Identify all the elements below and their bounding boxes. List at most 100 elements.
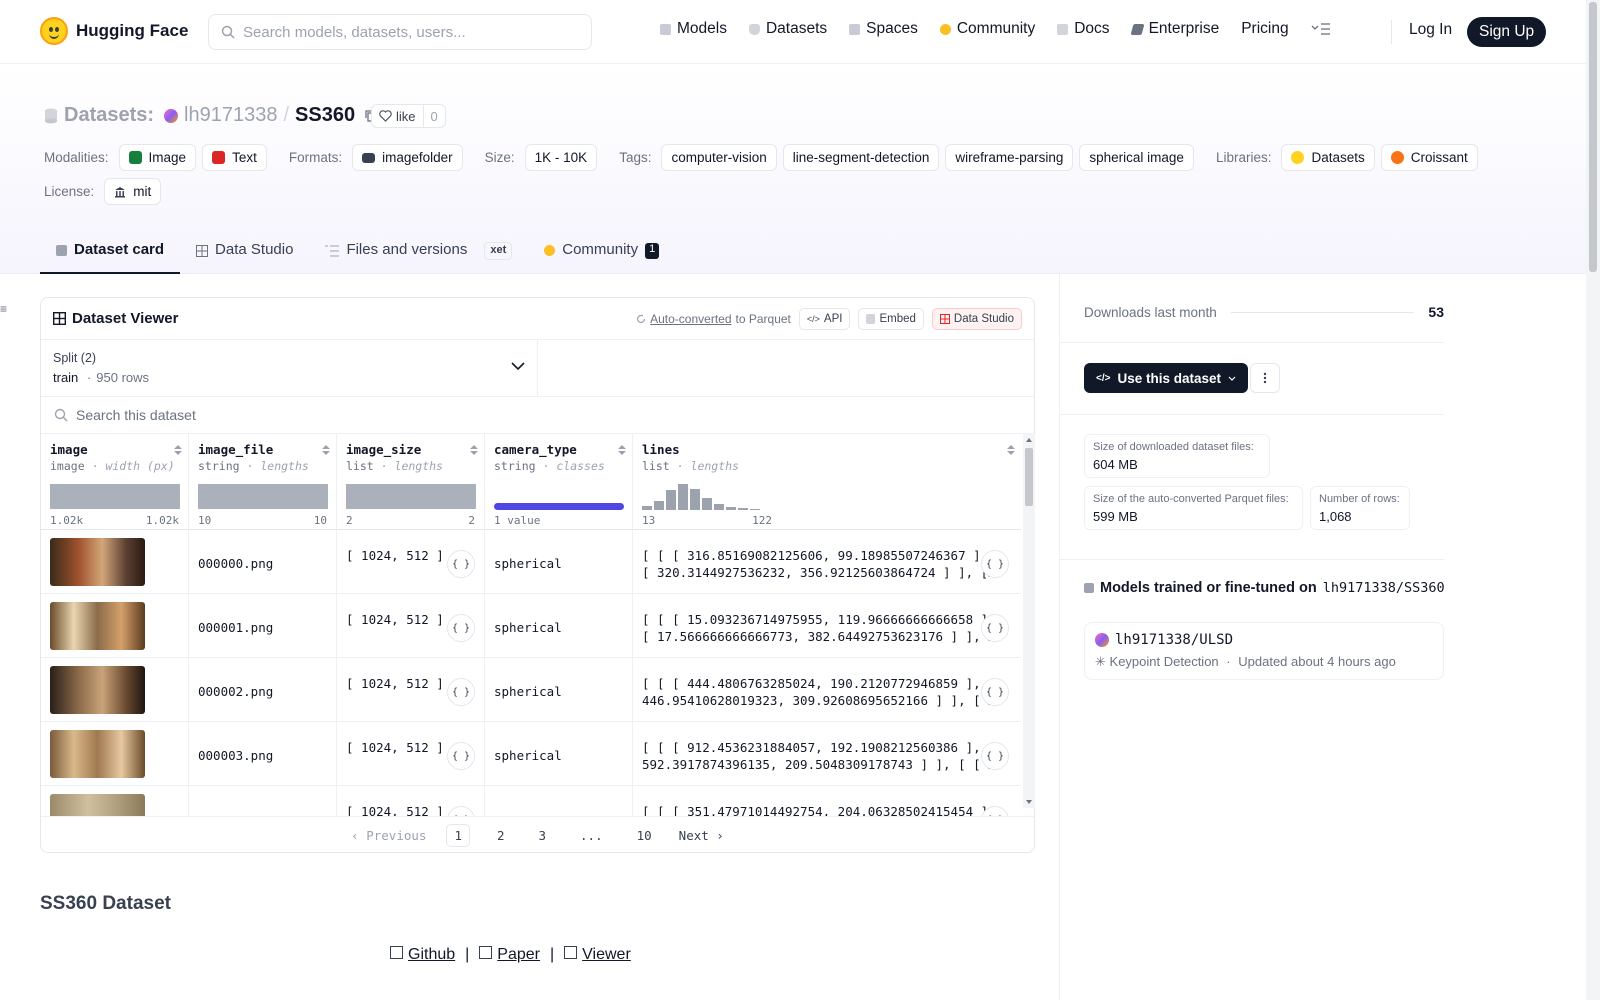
split-rows: 950 rows: [96, 370, 150, 385]
tag-spherical-image[interactable]: spherical image: [1079, 144, 1194, 171]
expand-json-button[interactable]: { }: [981, 742, 1009, 770]
class-distribution-bar: [494, 503, 624, 510]
api-button[interactable]: </> API: [798, 307, 851, 330]
viewer-title-text: Dataset Viewer: [72, 310, 179, 327]
expand-json-button[interactable]: { }: [981, 614, 1009, 642]
expand-json-button[interactable]: { }: [447, 614, 475, 642]
github-link[interactable]: Github: [408, 946, 455, 963]
column-min: 10: [198, 514, 212, 527]
image-size-value: [ 1024, 512 ]: [346, 612, 444, 627]
scrollbar-thumb[interactable]: [1025, 448, 1033, 506]
nav-more-menu[interactable]: [1311, 22, 1331, 36]
license-tag[interactable]: mit: [104, 178, 162, 205]
image-thumbnail[interactable]: [50, 730, 145, 778]
format-tag[interactable]: imagefolder: [352, 144, 463, 171]
docs-icon: [1057, 23, 1069, 35]
stat-key: Size of downloaded dataset files:: [1093, 441, 1254, 453]
page-scrollbar[interactable]: [1586, 0, 1600, 1000]
column-header-image[interactable]: image image · width (px) 1.02k 1.02k: [41, 434, 188, 530]
page-10-button[interactable]: 10: [630, 825, 659, 846]
library-croissant-tag[interactable]: Croissant: [1380, 144, 1478, 171]
modality-image-tag[interactable]: Image: [118, 144, 197, 171]
sort-icon[interactable]: [1007, 444, 1015, 456]
expand-json-button[interactable]: { }: [981, 678, 1009, 706]
table-row[interactable]: [ 1024, 512 ]{ } [ [ [ 351.47971014492754…: [41, 786, 1021, 816]
tab-data-studio[interactable]: Data Studio: [180, 228, 309, 274]
page-2-button[interactable]: 2: [490, 825, 512, 846]
image-thumbnail[interactable]: [50, 794, 145, 816]
like-button[interactable]: like 0: [371, 104, 446, 128]
image-size-cell: [ 1024, 512 ]{ }: [337, 786, 485, 816]
size-tag[interactable]: 1K - 10K: [524, 144, 598, 171]
nav-models[interactable]: Models: [660, 20, 727, 38]
breadcrumb-repo[interactable]: SS360: [295, 104, 355, 127]
table-row[interactable]: 000003.png [ 1024, 512 ] { } spherical [ [ […: [41, 722, 1021, 786]
table-row[interactable]: 000000.png [ 1024, 512 ] { } spherical [ [ […: [41, 530, 1021, 594]
nav-docs[interactable]: Docs: [1057, 20, 1110, 38]
image-thumbnail[interactable]: [50, 538, 145, 586]
library-datasets-tag[interactable]: Datasets: [1281, 144, 1375, 171]
modality-text-tag[interactable]: Text: [202, 144, 267, 171]
tag-computer-vision[interactable]: computer-vision: [661, 144, 777, 171]
expand-json-button[interactable]: { }: [447, 550, 475, 578]
sort-icon[interactable]: [470, 444, 478, 456]
previous-page-button[interactable]: ‹ Previous: [351, 828, 426, 843]
use-dataset-button[interactable]: </> Use this dataset: [1084, 363, 1249, 393]
image-thumbnail[interactable]: [50, 666, 145, 714]
model-card[interactable]: lh9171338/ULSD ✳ Keypoint Detection · Up…: [1084, 622, 1444, 680]
viewer-link[interactable]: Viewer: [582, 946, 631, 963]
tab-files-and-versions[interactable]: Files and versions xet: [309, 228, 528, 274]
column-header-image-size[interactable]: image_size list · lengths 2 2: [337, 434, 484, 530]
table-row[interactable]: 000002.png [ 1024, 512 ] { } spherical [ [ […: [41, 658, 1021, 722]
auto-converted-link[interactable]: Auto-converted: [650, 312, 731, 326]
folder-icon: [362, 152, 376, 163]
camera-type-value: spherical: [494, 684, 562, 699]
sort-icon[interactable]: [174, 444, 182, 456]
sort-icon[interactable]: [618, 444, 626, 456]
breadcrumb-section[interactable]: Datasets:: [64, 104, 154, 127]
tab-community[interactable]: Community 1: [528, 228, 675, 274]
nav-pricing[interactable]: Pricing: [1241, 20, 1288, 38]
more-options-button[interactable]: [1250, 363, 1280, 393]
brand-link[interactable]: Hugging Face: [40, 17, 188, 45]
dataset-search-input[interactable]: Search this dataset: [41, 397, 1034, 434]
nav-datasets[interactable]: Datasets: [748, 20, 827, 38]
embed-button[interactable]: Embed: [858, 307, 924, 330]
scroll-down-icon[interactable]: [1023, 798, 1035, 806]
scroll-up-icon[interactable]: [1023, 436, 1035, 444]
page-1-button[interactable]: 1: [446, 824, 470, 847]
expand-json-button[interactable]: { }: [447, 806, 475, 816]
sort-icon[interactable]: [322, 444, 330, 456]
expand-json-button[interactable]: { }: [981, 550, 1009, 578]
column-header-image-file[interactable]: image_file string · lengths 10 10: [189, 434, 336, 530]
tag-wireframe-parsing[interactable]: wireframe-parsing: [945, 144, 1074, 171]
table-row[interactable]: 000001.png [ 1024, 512 ] { } spherical [ [ […: [41, 594, 1021, 658]
column-min: 1.02k: [50, 514, 84, 527]
image-file-cell: 000000.png: [189, 530, 337, 594]
next-page-button[interactable]: Next ›: [679, 828, 724, 843]
paper-link[interactable]: Paper: [497, 946, 540, 963]
signup-button[interactable]: Sign Up: [1467, 17, 1547, 47]
global-search-input[interactable]: Search models, datasets, users...: [208, 14, 592, 50]
expand-json-button[interactable]: { }: [447, 678, 475, 706]
nav-enterprise[interactable]: Enterprise: [1130, 20, 1219, 38]
split-selector[interactable]: Split (2) train · 950 rows: [41, 340, 538, 396]
lines-value-line2: 592.3917874396135, 209.5048309178743 ] ]…: [642, 757, 996, 772]
column-header-lines[interactable]: lines list · lengths 13 122: [633, 434, 1021, 530]
table-scrollbar[interactable]: [1023, 434, 1035, 808]
data-studio-button[interactable]: Data Studio: [931, 307, 1022, 330]
nav-spaces[interactable]: Spaces: [849, 20, 918, 38]
sidebar-toggle-icon[interactable]: ≡: [0, 302, 7, 316]
page-3-button[interactable]: 3: [532, 825, 554, 846]
page-scrollbar-thumb[interactable]: [1589, 2, 1597, 272]
viewer-actions: Auto-converted to Parquet </> API Embed D…: [636, 307, 1022, 330]
expand-json-button[interactable]: { }: [447, 742, 475, 770]
image-thumbnail[interactable]: [50, 602, 145, 650]
column-header-camera-type[interactable]: camera_type string · classes 1 value: [485, 434, 632, 530]
tab-dataset-card[interactable]: Dataset card: [40, 228, 181, 274]
nav-community[interactable]: Community: [939, 20, 1035, 38]
search-placeholder: Search models, datasets, users...: [243, 23, 466, 41]
login-link[interactable]: Log In: [1409, 21, 1452, 39]
tag-line-segment-detection[interactable]: line-segment-detection: [782, 144, 940, 171]
breadcrumb-owner[interactable]: lh9171338: [184, 104, 277, 127]
